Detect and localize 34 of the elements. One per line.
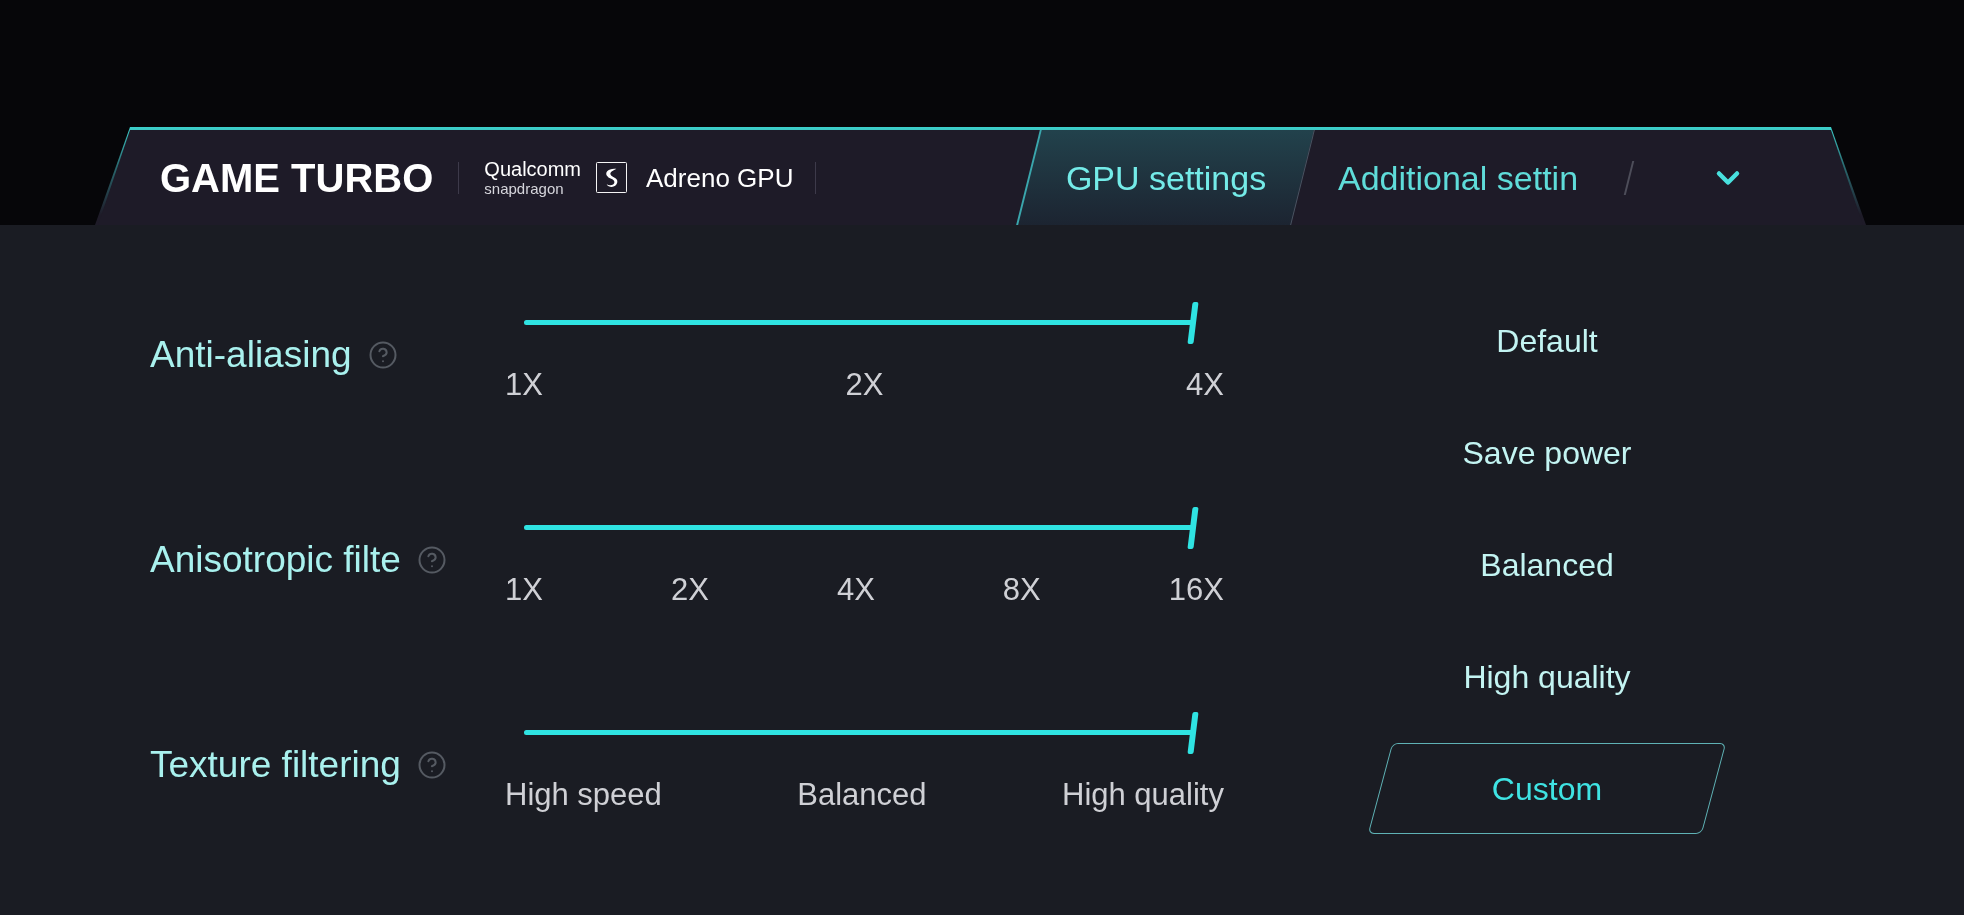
slider-stop-label: Balanced: [797, 779, 927, 811]
slider-stop-label: 4X: [836, 574, 875, 606]
setting-label: Texture filtering: [150, 743, 401, 786]
slider-stop-label: High speed: [505, 779, 662, 811]
slider-stop-label: 2X: [845, 369, 884, 401]
slider-track[interactable]: [524, 507, 1196, 549]
preset-option[interactable]: Default: [1496, 322, 1598, 359]
logo-subtitle: snapdragon: [484, 181, 565, 196]
slider-stop-label: 2X: [670, 574, 709, 606]
gpu-label: Adreno GPU: [646, 164, 794, 191]
slider-stop-label: 1X: [505, 369, 543, 401]
slider-thumb[interactable]: [1187, 712, 1199, 754]
tab[interactable]: GPU settings: [1016, 130, 1315, 225]
slider-track[interactable]: [524, 302, 1196, 344]
preset-option[interactable]: Save power: [1462, 434, 1632, 471]
slider-stop-label: 16X: [1168, 574, 1224, 606]
preset-option[interactable]: High quality: [1463, 658, 1631, 695]
slider-thumb[interactable]: [1187, 302, 1199, 344]
setting-label: Anisotropic filte: [150, 538, 401, 581]
setting-label: Anti-aliasing: [150, 333, 352, 376]
slider-thumb[interactable]: [1187, 507, 1199, 549]
help-icon[interactable]: [416, 544, 447, 575]
swirl-logo-icon: [596, 162, 628, 193]
logo-wordmark: Qualcomm: [484, 159, 582, 179]
tab[interactable]: Additional settin: [1338, 158, 1579, 197]
help-icon[interactable]: [367, 339, 398, 370]
slider-stop-label: 1X: [505, 574, 543, 606]
preset-option[interactable]: Balanced: [1480, 546, 1614, 583]
slider-stop-label: High quality: [1062, 779, 1224, 811]
slider-track[interactable]: [524, 712, 1196, 754]
help-icon[interactable]: [416, 749, 447, 780]
slider-stop-label: 8X: [1002, 574, 1041, 606]
app-title: GAME TURBO: [160, 157, 434, 198]
slider-stop-label: 4X: [1186, 369, 1224, 401]
